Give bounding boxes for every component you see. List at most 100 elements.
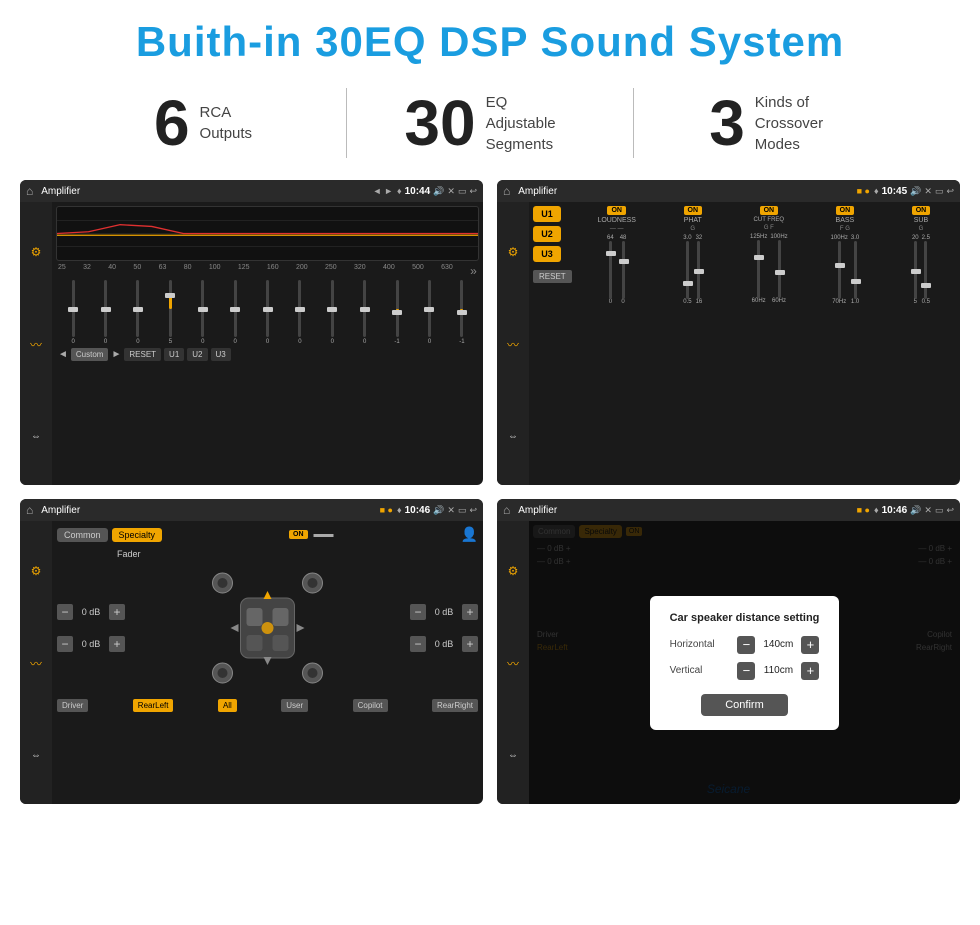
eq-sidebar: ⚙ 〰 ⇔	[20, 202, 52, 485]
amp-cutfreq-on[interactable]: ON	[760, 206, 779, 215]
distance-back-icon[interactable]: ↩	[946, 505, 954, 516]
amp-sub-sl2[interactable]: 2.5 0.5	[922, 235, 930, 305]
distance-horizontal-control: − 140cm +	[737, 636, 819, 654]
distance-window-icon[interactable]: ▭	[935, 505, 944, 516]
distance-confirm-btn[interactable]: Confirm	[701, 694, 788, 716]
distance-x-icon[interactable]: ✕	[924, 505, 932, 516]
distance-vertical-minus[interactable]: −	[737, 662, 755, 680]
fader-db-tl-plus[interactable]: +	[109, 604, 125, 620]
amp-bass-sl1[interactable]: 100Hz 70Hz	[831, 235, 848, 305]
eq-x-icon[interactable]: ✕	[447, 186, 455, 197]
eq-slider-3[interactable]: 5	[155, 280, 185, 345]
eq-u2-btn[interactable]: U2	[187, 348, 207, 361]
distance-horizontal-minus[interactable]: −	[737, 636, 755, 654]
amp-sub-on[interactable]: ON	[912, 206, 931, 215]
fader-specialty-tab[interactable]: Specialty	[112, 528, 163, 542]
amp-u1-btn[interactable]: U1	[533, 206, 561, 222]
amp-u2-btn[interactable]: U2	[533, 226, 561, 242]
distance-home-icon[interactable]: ⌂	[503, 503, 510, 517]
fader-user-btn[interactable]: User	[281, 699, 308, 712]
fader-rearleft-btn[interactable]: RearLeft	[133, 699, 174, 712]
amp-reset-btn[interactable]: RESET	[533, 270, 572, 283]
amp-cutfreq-sl2[interactable]: 100Hz 60Hz	[770, 234, 787, 304]
distance-screen-title: Amplifier	[518, 505, 852, 516]
fader-all-btn[interactable]: All	[218, 699, 237, 712]
fader-common-tab[interactable]: Common	[57, 528, 108, 542]
distance-icon-3[interactable]: ⇔	[508, 750, 518, 761]
fader-db-bl-minus[interactable]: −	[57, 636, 73, 652]
amp-loudness-on[interactable]: ON	[607, 206, 626, 215]
amp-phat-sl1[interactable]: 3.0 0.5	[683, 235, 691, 305]
fader-db-bl-plus[interactable]: +	[109, 636, 125, 652]
eq-location-icon: ♦	[397, 186, 402, 196]
amp-sub-sl1[interactable]: 20 5	[912, 235, 919, 305]
eq-slider-2[interactable]: 0	[123, 280, 153, 345]
amp-bass-sl2[interactable]: 3.0 1.0	[851, 235, 859, 305]
eq-slider-1[interactable]: 0	[90, 280, 120, 345]
stat-crossover-number: 3	[709, 91, 745, 155]
amp-loudness-sl1[interactable]: 64 0	[607, 235, 614, 305]
eq-freq-labels: 25 32 40 50 63 80 100 125 160 200 250 32…	[56, 264, 479, 278]
amp-time: 10:45	[882, 186, 908, 197]
eq-custom-btn[interactable]: Custom	[71, 348, 109, 361]
fader-driver-btn[interactable]: Driver	[57, 699, 88, 712]
fader-db-tr-plus[interactable]: +	[462, 604, 478, 620]
fader-db-tr-minus[interactable]: −	[410, 604, 426, 620]
fader-db-tl-minus[interactable]: −	[57, 604, 73, 620]
fader-home-icon[interactable]: ⌂	[26, 503, 33, 517]
fader-copilot-btn[interactable]: Copilot	[353, 699, 388, 712]
amp-window-icon[interactable]: ▭	[935, 186, 944, 197]
fader-icon-3[interactable]: ⇔	[31, 750, 41, 761]
eq-slider-9[interactable]: 0	[350, 280, 380, 345]
amp-x-icon[interactable]: ✕	[924, 186, 932, 197]
fader-icon-2[interactable]: 〰	[30, 655, 42, 672]
eq-slider-0[interactable]: 0	[58, 280, 88, 345]
eq-slider-12[interactable]: -1	[447, 280, 477, 345]
amp-cutfreq-sl1[interactable]: 125Hz 60Hz	[750, 234, 767, 304]
amp-icon-2[interactable]: 〰	[507, 336, 519, 353]
eq-next-btn[interactable]: ►	[111, 349, 121, 360]
eq-slider-10[interactable]: -1	[382, 280, 412, 345]
distance-modal-dialog: Car speaker distance setting Horizontal …	[650, 596, 840, 730]
eq-home-icon[interactable]: ⌂	[26, 184, 33, 198]
eq-icon-1[interactable]: ⚙	[31, 245, 42, 259]
distance-horizontal-plus[interactable]: +	[801, 636, 819, 654]
eq-u1-btn[interactable]: U1	[164, 348, 184, 361]
eq-slider-11[interactable]: 0	[414, 280, 444, 345]
eq-prev-btn[interactable]: ◄	[58, 349, 68, 360]
amp-loudness-sl2[interactable]: 48 0	[620, 235, 627, 305]
eq-u3-btn[interactable]: U3	[211, 348, 231, 361]
fader-db-br-plus[interactable]: +	[462, 636, 478, 652]
fader-x-icon[interactable]: ✕	[447, 505, 455, 516]
eq-slider-8[interactable]: 0	[317, 280, 347, 345]
fader-db-br-minus[interactable]: −	[410, 636, 426, 652]
distance-vertical-plus[interactable]: +	[801, 662, 819, 680]
fader-window-icon[interactable]: ▭	[458, 505, 467, 516]
eq-slider-4[interactable]: 0	[188, 280, 218, 345]
eq-slider-7[interactable]: 0	[285, 280, 315, 345]
amp-back-icon[interactable]: ↩	[946, 186, 954, 197]
eq-slider-6[interactable]: 0	[252, 280, 282, 345]
amp-icon-3[interactable]: ⇔	[508, 431, 518, 442]
eq-icon-3[interactable]: ⇔	[31, 431, 41, 442]
amp-icon-1[interactable]: ⚙	[508, 245, 519, 259]
amp-phat-sl2[interactable]: 32 16	[696, 235, 703, 305]
fader-rearright-btn[interactable]: RearRight	[432, 699, 478, 712]
amp-u3-btn[interactable]: U3	[533, 246, 561, 262]
fader-label: Fader	[117, 549, 141, 559]
amp-bass-on[interactable]: ON	[836, 206, 855, 215]
eq-window-icon[interactable]: ▭	[458, 186, 467, 197]
distance-vertical-label: Vertical	[670, 665, 725, 676]
distance-icon-1[interactable]: ⚙	[508, 564, 519, 578]
eq-icon-2[interactable]: 〰	[30, 336, 42, 353]
fader-icon-1[interactable]: ⚙	[31, 564, 42, 578]
eq-back-icon[interactable]: ↩	[469, 186, 477, 197]
eq-more-icon[interactable]: »	[470, 264, 477, 278]
amp-phat-on[interactable]: ON	[684, 206, 703, 215]
stat-eq-number: 30	[404, 91, 475, 155]
fader-back-icon[interactable]: ↩	[469, 505, 477, 516]
eq-slider-5[interactable]: 0	[220, 280, 250, 345]
distance-icon-2[interactable]: 〰	[507, 655, 519, 672]
eq-reset-btn[interactable]: RESET	[124, 348, 161, 361]
amp-home-icon[interactable]: ⌂	[503, 184, 510, 198]
